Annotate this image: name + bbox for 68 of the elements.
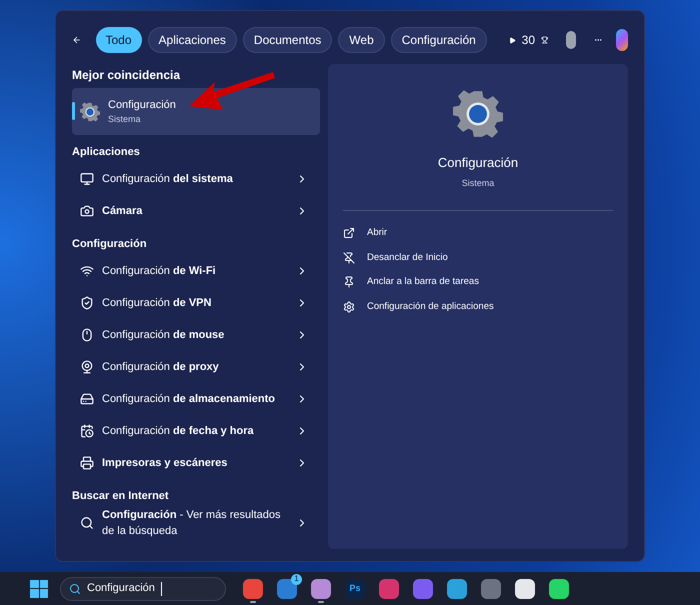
result-label: Impresoras y escáneres: [102, 456, 228, 471]
result-label: Configuración de mouse: [102, 328, 226, 343]
result-item[interactable]: Configuración - Ver más resultados de la búsqueda: [72, 507, 320, 539]
pin-icon: [343, 276, 355, 288]
external-link-icon: [343, 227, 355, 240]
running-indicator: [250, 600, 256, 602]
result-label: Cámara: [102, 204, 144, 219]
app-icon[interactable]: [447, 578, 467, 598]
filter-tab[interactable]: Aplicaciones: [148, 27, 237, 53]
section-heading: Configuración: [72, 237, 148, 252]
result-item[interactable]: Configuración de mouse: [72, 319, 320, 351]
result-label: Configuración de fecha y hora: [102, 424, 255, 439]
result-item[interactable]: Configuración de VPN: [72, 287, 320, 319]
calendar-clock-icon: [80, 424, 94, 438]
wifi-icon: [80, 264, 94, 278]
result-item[interactable]: Configuración del sistema: [72, 163, 320, 195]
selection-indicator: [72, 102, 75, 120]
action-item[interactable]: Desanclar de Inicio: [343, 246, 613, 270]
section-heading: Mejor coincidencia: [72, 67, 182, 84]
result-item[interactable]: Impresoras y escáneres: [72, 447, 320, 479]
result-item[interactable]: Configuración de proxy: [72, 351, 320, 383]
notification-badge: 1: [291, 574, 302, 584]
drive-icon: [80, 392, 94, 406]
filter-tab[interactable]: Todo: [96, 27, 142, 53]
result-label: Configuración de Wi-Fi: [102, 264, 217, 279]
result-label: Configuración del sistema: [102, 172, 234, 187]
filter-tab[interactable]: Web: [338, 27, 385, 53]
app-icon[interactable]: Ps: [345, 578, 365, 598]
result-item[interactable]: Configuración de Wi-Fi: [72, 255, 320, 287]
camera-icon: [80, 204, 94, 218]
best-match-item[interactable]: Configuración Sistema: [72, 88, 320, 135]
search-icon: [69, 582, 81, 594]
taskbar-search-field[interactable]: Configuración: [60, 576, 226, 600]
unpin-icon: [343, 252, 355, 264]
result-item[interactable]: Configuración de almacenamiento: [72, 383, 320, 415]
app-icon[interactable]: [311, 578, 331, 598]
settings-icon: [343, 300, 355, 313]
monitor-icon: [80, 172, 94, 186]
search-icon: [80, 516, 94, 530]
shield-icon: [80, 296, 94, 310]
settings-gear-icon: [453, 89, 503, 139]
app-icon[interactable]: [549, 578, 569, 598]
result-label: Configuración - Ver más resultados de la búsqueda: [102, 508, 282, 539]
result-label: Configuración de almacenamiento: [102, 392, 276, 407]
result-label: Configuración de VPN: [102, 296, 212, 311]
section-heading: Aplicaciones: [72, 145, 141, 160]
section-heading: Buscar en Internet: [72, 489, 170, 504]
filter-tab[interactable]: Configuración: [390, 27, 487, 53]
mouse-icon: [80, 328, 94, 342]
gear-icon: [80, 102, 100, 122]
windows-start-icon[interactable]: [30, 580, 48, 598]
result-item[interactable]: Configuración de fecha y hora: [72, 415, 320, 447]
action-item[interactable]: Abrir: [343, 221, 613, 246]
app-icon[interactable]: [515, 578, 535, 598]
result-item[interactable]: Cámara: [72, 195, 320, 227]
action-item[interactable]: Anclar a la barra de tareas: [343, 270, 613, 294]
running-indicator: [318, 600, 324, 602]
item-subtitle: Sistema: [108, 113, 142, 126]
preview-title: Configuración: [438, 154, 518, 172]
action-item[interactable]: Configuración de aplicaciones: [343, 294, 613, 319]
printer-icon: [80, 456, 94, 470]
result-label: Configuración de proxy: [102, 360, 220, 375]
points-count: 30: [522, 32, 536, 49]
preview-subtitle: Sistema: [462, 176, 494, 190]
webcam-icon: [80, 360, 94, 374]
item-title: Configuración: [108, 98, 176, 112]
avatar[interactable]: [566, 31, 576, 49]
filter-tab[interactable]: Documentos: [242, 27, 332, 53]
